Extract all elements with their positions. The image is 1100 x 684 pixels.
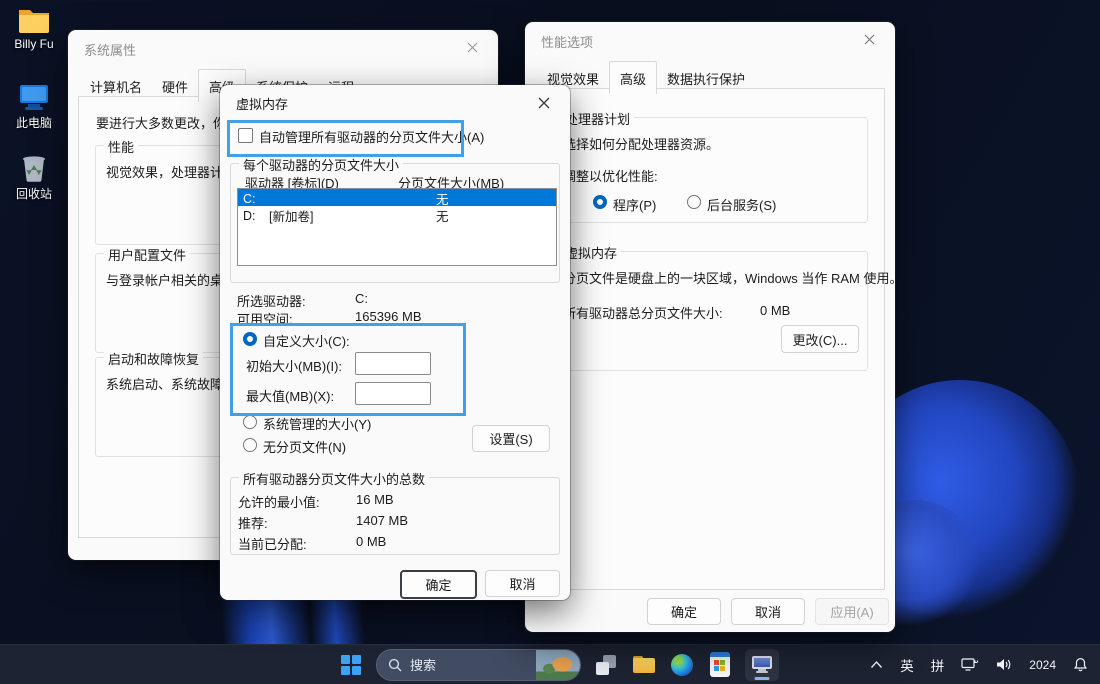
file-explorer-icon xyxy=(633,656,655,673)
ok-button[interactable]: 确定 xyxy=(400,570,477,599)
store-icon xyxy=(710,652,730,677)
ime-language-indicator[interactable]: 英 xyxy=(900,655,914,675)
cancel-button[interactable]: 取消 xyxy=(731,598,805,625)
system-managed-label[interactable]: 系统管理的大小(Y) xyxy=(263,414,371,433)
selected-drive-label: 所选驱动器: xyxy=(237,294,306,309)
processor-scheduling-group: 处理器计划 选择如何分配处理器资源。 调整以优化性能: 程序(P) 后台服务(S… xyxy=(552,109,868,223)
total-paging-value: 0 MB xyxy=(760,303,791,318)
desktop: Billy Fu 此电脑 回收站 系统属性 计算机名 硬件 高级 xyxy=(0,0,1100,684)
search-highlight-thumbnail[interactable] xyxy=(536,649,580,680)
no-paging-file-label[interactable]: 无分页文件(N) xyxy=(263,437,346,456)
drive-letter: C: xyxy=(243,191,256,206)
edge-icon xyxy=(671,653,693,676)
virtual-memory-group: 虚拟内存 分页文件是硬盘上的一块区域，Windows 当作 RAM 使用。 所有… xyxy=(552,243,902,371)
taskbar: 搜索 英 拼 2024 xyxy=(0,644,1100,684)
adjust-label: 调整以优化性能: xyxy=(563,169,658,184)
per-drive-group-label: 每个驱动器的分页文件大小 xyxy=(239,155,404,174)
processor-group-label: 处理器计划 xyxy=(561,109,635,128)
recommended-value: 1407 MB xyxy=(356,513,409,528)
window-title: 性能选项 xyxy=(541,35,594,50)
notification-bell-icon[interactable] xyxy=(1073,657,1088,672)
performance-options-titlebar[interactable]: 性能选项 xyxy=(525,22,895,56)
tab-hardware[interactable]: 硬件 xyxy=(152,72,198,102)
radio-background-label[interactable]: 后台服务(S) xyxy=(707,195,776,214)
search-placeholder: 搜索 xyxy=(410,658,437,673)
desktop-icon-label: 此电脑 xyxy=(15,116,52,130)
search-icon xyxy=(388,658,402,671)
window-title: 系统属性 xyxy=(84,43,137,58)
tab-advanced[interactable]: 高级 xyxy=(609,61,658,94)
tab-computer-name[interactable]: 计算机名 xyxy=(80,72,152,102)
advanced-tab-panel: 处理器计划 选择如何分配处理器资源。 调整以优化性能: 程序(P) 后台服务(S… xyxy=(535,88,902,590)
annotation-highlight-checkbox xyxy=(227,120,464,157)
virtual-memory-group-label: 虚拟内存 xyxy=(561,243,622,262)
radio-no-paging-file[interactable] xyxy=(243,438,257,452)
performance-options-window: 性能选项 视觉效果 高级 数据执行保护 处理器计划 选择如何分配处理器资源。 调… xyxy=(525,22,902,632)
min-allowed-value: 16 MB xyxy=(356,492,394,507)
network-icon[interactable] xyxy=(961,657,979,672)
close-icon[interactable] xyxy=(526,90,562,115)
task-view-button[interactable] xyxy=(593,652,619,678)
set-button[interactable]: 设置(S) xyxy=(472,425,550,452)
drive-listbox[interactable]: C: 无 D: [新加卷] 无 xyxy=(237,188,557,266)
radio-programs[interactable] xyxy=(593,195,607,209)
user-profiles-group-label: 用户配置文件 xyxy=(104,245,191,264)
active-app-indicator xyxy=(754,676,770,680)
selected-drive-value: C: xyxy=(355,291,368,306)
virtual-memory-desc: 分页文件是硬盘上的一块区域，Windows 当作 RAM 使用。 xyxy=(563,271,903,286)
totals-group: 所有驱动器分页文件大小的总数 允许的最小值: 16 MB 推荐: 1407 MB… xyxy=(230,469,560,555)
performance-group-label: 性能 xyxy=(104,137,139,156)
change-button[interactable]: 更改(C)... xyxy=(781,325,859,353)
virtual-memory-dialog: 虚拟内存 自动管理所有驱动器的分页文件大小(A) 每个驱动器的分页文件大小 驱动… xyxy=(220,85,570,600)
virtual-memory-titlebar[interactable]: 虚拟内存 xyxy=(220,85,570,115)
edge-button[interactable] xyxy=(669,652,695,678)
close-icon[interactable] xyxy=(851,27,887,52)
search-box[interactable]: 搜索 xyxy=(376,648,581,681)
totals-group-label: 所有驱动器分页文件大小的总数 xyxy=(239,469,430,488)
recommended-label: 推荐: xyxy=(238,516,268,531)
radio-programs-label[interactable]: 程序(P) xyxy=(613,195,656,214)
drive-paging-size: 无 xyxy=(436,210,449,224)
drive-volume: [新加卷] xyxy=(269,210,314,224)
volume-icon[interactable] xyxy=(996,658,1012,671)
allocated-value: 0 MB xyxy=(356,534,387,549)
window-title: 虚拟内存 xyxy=(236,97,289,112)
drive-row-d[interactable]: D: [新加卷] 无 xyxy=(238,206,556,225)
annotation-highlight-custom-size xyxy=(230,323,466,416)
recycle-bin-icon xyxy=(23,156,45,182)
this-pc-icon xyxy=(20,85,48,110)
ime-pinyin-indicator[interactable]: 拼 xyxy=(931,655,945,675)
system-properties-taskbar-button[interactable] xyxy=(745,648,779,681)
tray-chevron-up-icon[interactable] xyxy=(870,660,883,669)
desktop-icon-label: Billy Fu xyxy=(14,37,54,51)
radio-system-managed[interactable] xyxy=(243,415,257,429)
desktop-icon-recycle-bin[interactable]: 回收站 xyxy=(4,152,64,202)
apply-button[interactable]: 应用(A) xyxy=(815,598,889,625)
close-icon[interactable] xyxy=(454,35,490,60)
total-paging-label: 所有驱动器总分页文件大小: xyxy=(563,306,723,321)
start-button[interactable] xyxy=(338,652,364,678)
store-button[interactable] xyxy=(707,652,733,678)
allocated-label: 当前已分配: xyxy=(238,537,307,552)
file-explorer-button[interactable] xyxy=(631,652,657,678)
min-allowed-label: 允许的最小值: xyxy=(238,495,320,510)
ok-button[interactable]: 确定 xyxy=(647,598,721,625)
cancel-button[interactable]: 取消 xyxy=(485,570,560,597)
system-properties-titlebar[interactable]: 系统属性 xyxy=(68,30,498,64)
task-view-icon xyxy=(596,654,616,675)
radio-background-services[interactable] xyxy=(687,195,701,209)
tab-dep[interactable]: 数据执行保护 xyxy=(657,64,755,94)
system-properties-app-icon xyxy=(752,656,772,673)
desktop-icon-label: 回收站 xyxy=(15,187,52,201)
startup-recovery-group-label: 启动和故障恢复 xyxy=(104,349,204,368)
drive-row-c[interactable]: C: 无 xyxy=(238,189,556,207)
folder-icon xyxy=(19,10,49,33)
processor-group-desc: 选择如何分配处理器资源。 xyxy=(563,137,720,152)
windows-logo-icon xyxy=(341,654,361,675)
desktop-icon-billy-fu[interactable]: Billy Fu xyxy=(4,6,64,51)
free-space-value: 165396 MB xyxy=(355,309,422,324)
clock[interactable]: 2024 xyxy=(1029,658,1056,672)
desktop-icon-this-pc[interactable]: 此电脑 xyxy=(4,84,64,131)
drive-letter: D: xyxy=(243,208,256,223)
